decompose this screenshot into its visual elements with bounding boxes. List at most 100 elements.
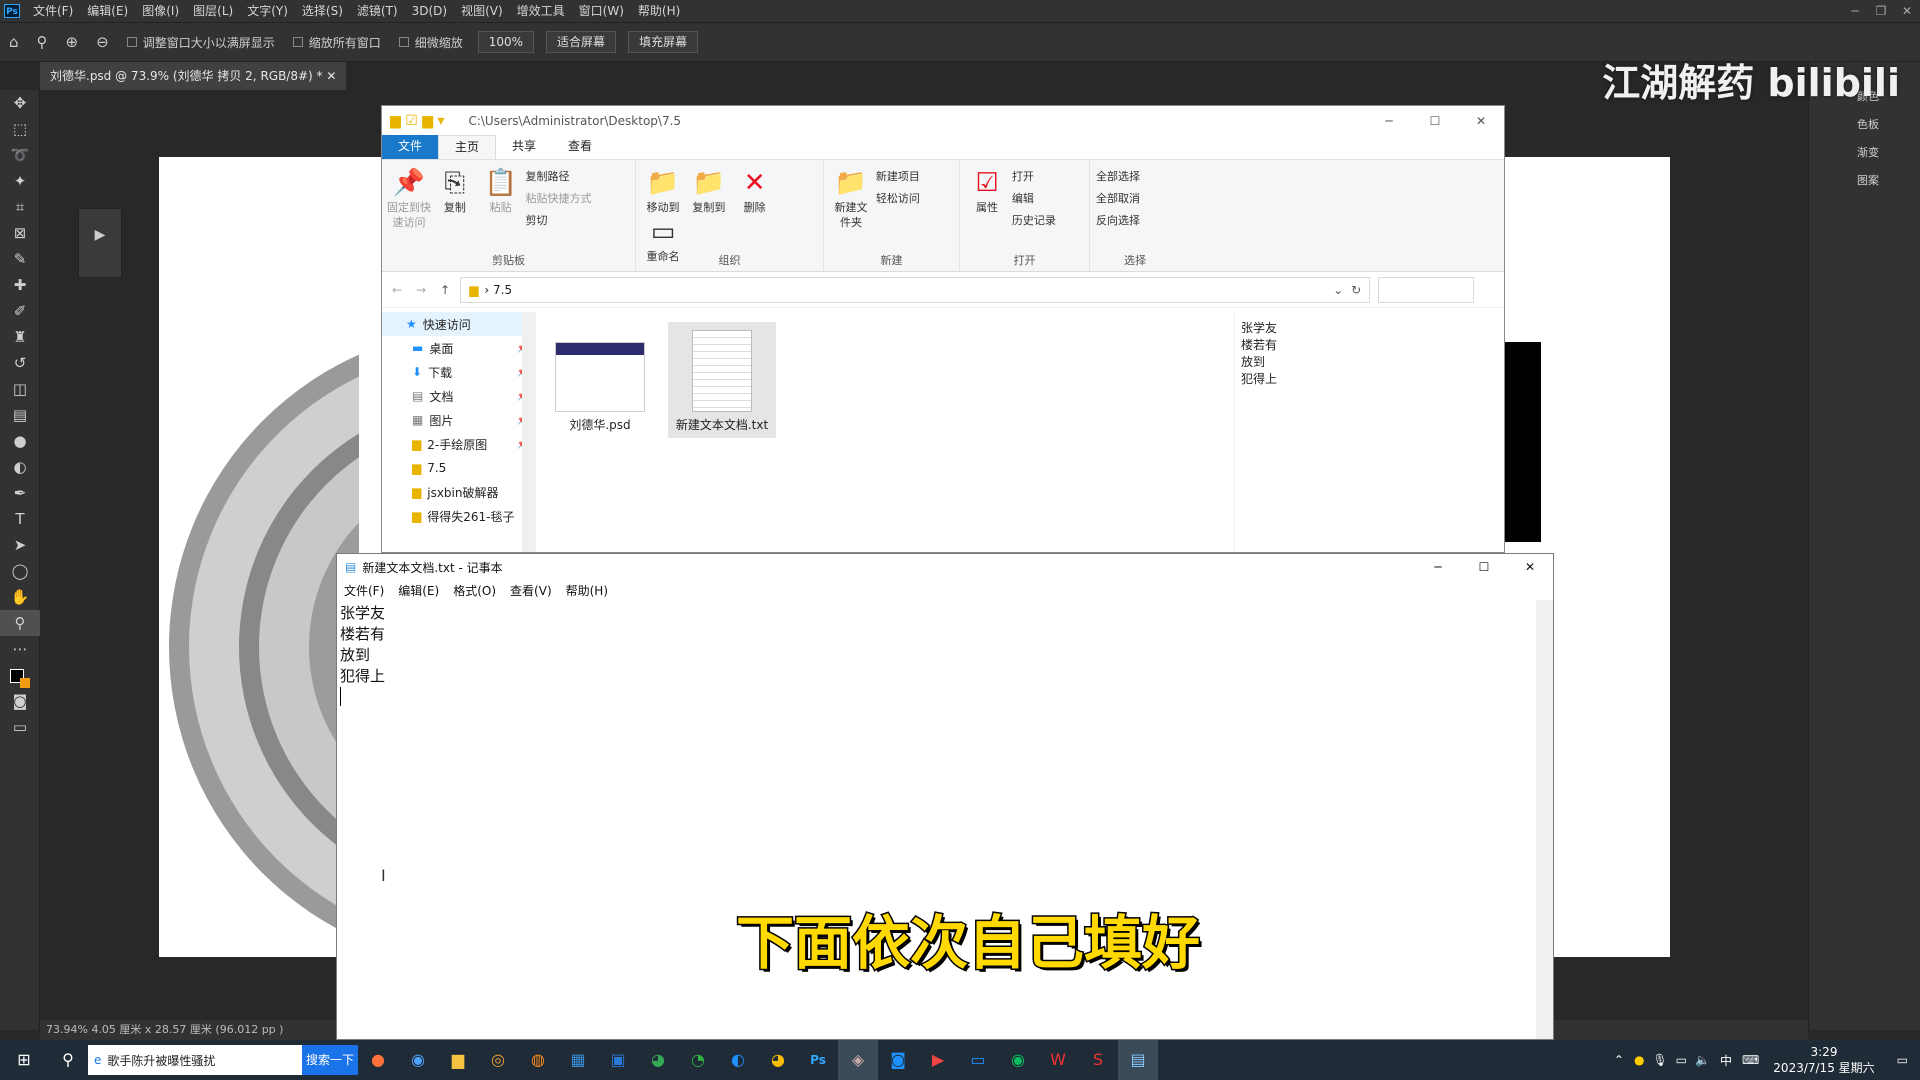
new-item-button[interactable]: 新建项目 [876, 166, 920, 188]
address-dropdown-icon[interactable]: ⌄ [1333, 283, 1343, 297]
more-tools-icon[interactable]: ⋯ [0, 636, 40, 662]
menu-3d[interactable]: 3D(D) [405, 0, 454, 22]
zoom-in-icon[interactable]: ⊕ [66, 33, 79, 51]
explorer-minimize-icon[interactable]: ─ [1366, 114, 1412, 128]
nav-desktop[interactable]: ▬桌面📌 [382, 336, 535, 360]
brush-tool-icon[interactable]: ✐ [0, 298, 40, 324]
menu-plugins[interactable]: 增效工具 [510, 0, 572, 22]
color-swatch-icon[interactable] [0, 662, 40, 688]
nav-folder-blanket[interactable]: ▆ 得得失261-毯子 [382, 504, 535, 528]
start-windows-icon[interactable]: ⊞ [0, 1040, 48, 1080]
marquee-tool-icon[interactable]: ⬚ [0, 116, 40, 142]
history-button[interactable]: 历史记录 [1012, 210, 1056, 232]
green-app-icon[interactable]: ◔ [678, 1040, 718, 1080]
select-all-button[interactable]: 全部选择 [1096, 166, 1174, 188]
notepad-maximize-icon[interactable]: ☐ [1461, 560, 1507, 574]
menu-file[interactable]: 文件(F) [26, 0, 80, 22]
open-button[interactable]: 打开 [1012, 166, 1056, 188]
menu-filter[interactable]: 滤镜(T) [350, 0, 405, 22]
properties-button[interactable]: ☑ 属性 [966, 166, 1008, 215]
zoom-all-checkbox[interactable]: 缩放所有窗口 [292, 34, 381, 51]
quick-access-toolbar-icon[interactable]: ▆ ☑ ▆ ▾ [390, 113, 444, 129]
chrome-alt-icon[interactable]: ◕ [758, 1040, 798, 1080]
move-to-button[interactable]: 📁 移动到 [642, 166, 684, 215]
keyboard-icon[interactable]: ⌨ [1742, 1053, 1759, 1067]
notepad-menu-file[interactable]: 文件(F) [337, 582, 391, 599]
nav-downloads[interactable]: ⬇下载📌 [382, 360, 535, 384]
pen-tool-icon[interactable]: ✒ [0, 480, 40, 506]
invert-selection-button[interactable]: 反向选择 [1096, 210, 1174, 232]
ribbon-tab-home[interactable]: 主页 [438, 135, 497, 159]
history-brush-icon[interactable]: ↺ [0, 350, 40, 376]
notepad-menu-view[interactable]: 查看(V) [503, 582, 559, 599]
taskbar-search-button[interactable]: 搜索一下 [302, 1045, 358, 1075]
menu-help[interactable]: 帮助(H) [631, 0, 687, 22]
ribbon-tab-file[interactable]: 文件 [382, 135, 439, 159]
taskbar-search-input[interactable]: e 歌手陈升被曝性骚扰 [88, 1045, 302, 1075]
address-bar[interactable]: ▆ › 7.5 ⌄ ↻ [460, 276, 1371, 303]
notepad-menu-edit[interactable]: 编辑(E) [391, 582, 446, 599]
tray-app-icon[interactable]: ● [1634, 1053, 1644, 1067]
menu-image[interactable]: 图像(I) [135, 0, 186, 22]
nav-folder-7-5[interactable]: ▆ 7.5 [382, 456, 535, 480]
scrubby-zoom-checkbox[interactable]: 细微缩放 [398, 34, 463, 51]
nav-folder-jsxbin[interactable]: ▆ jsxbin破解器 [382, 480, 535, 504]
notepad-text-area[interactable]: 张学友 楼若有 放到 犯得上 [337, 600, 1553, 709]
blur-tool-icon[interactable]: ● [0, 428, 40, 454]
remote-desktop-icon[interactable]: ▣ [598, 1040, 638, 1080]
edge-icon[interactable]: ◐ [718, 1040, 758, 1080]
copy-path-button[interactable]: 复制路径 [525, 166, 591, 188]
ps-restore-icon[interactable]: ❐ [1868, 0, 1894, 22]
ps-close-icon[interactable]: ✕ [1894, 0, 1920, 22]
ribbon-tab-view[interactable]: 查看 [552, 135, 608, 159]
nav-documents[interactable]: ▤文档📌 [382, 384, 535, 408]
crop-tool-icon[interactable]: ⌗ [0, 194, 40, 220]
bilibili-icon[interactable]: ▭ [958, 1040, 998, 1080]
volume-icon[interactable]: 🔈 [1695, 1053, 1710, 1067]
document-tab[interactable]: 刘德华.psd @ 73.9% (刘德华 拷贝 2, RGB/8#) * ✕ [40, 62, 347, 90]
zoom-value-field[interactable]: 100% [477, 31, 535, 53]
notepad-menu-format[interactable]: 格式(O) [446, 582, 503, 599]
wechat-icon[interactable]: ◉ [998, 1040, 1038, 1080]
paste-shortcut-button[interactable]: 粘贴快捷方式 [525, 188, 591, 210]
path-select-icon[interactable]: ➤ [0, 532, 40, 558]
notification-icon[interactable]: ▭ [1897, 1053, 1908, 1067]
search-icon[interactable]: ⚲ [48, 1040, 88, 1080]
tray-overflow-icon[interactable]: ⌃ [1614, 1053, 1624, 1067]
panel-swatches[interactable]: 色板 [1809, 110, 1920, 138]
browser-orange-icon[interactable]: ◍ [518, 1040, 558, 1080]
browser-360-icon[interactable]: ◎ [478, 1040, 518, 1080]
fill-screen-button[interactable]: 填充屏幕 [628, 31, 699, 53]
zoom-out-icon[interactable]: ⊖ [96, 33, 109, 51]
chrome-icon[interactable]: ◕ [638, 1040, 678, 1080]
paste-button[interactable]: 📋 粘贴 [480, 166, 522, 215]
nav-pictures[interactable]: ▦图片📌 [382, 408, 535, 432]
frame-tool-icon[interactable]: ⊠ [0, 220, 40, 246]
delete-button[interactable]: ✕ 删除 [734, 166, 776, 215]
dodge-tool-icon[interactable]: ◐ [0, 454, 40, 480]
up-icon[interactable]: ↑ [440, 283, 450, 297]
back-icon[interactable]: ← [392, 283, 402, 297]
microphone-icon[interactable]: 🎙 [1652, 1053, 1667, 1067]
notepad-scrollbar[interactable] [1536, 600, 1553, 1039]
ime-indicator[interactable]: 中 [1720, 1052, 1732, 1069]
nav-quick-access[interactable]: ★ 快速访问 [382, 312, 535, 336]
clock[interactable]: 3:29 2023/7/15 星期六 [1773, 1044, 1874, 1076]
notepad-menu-help[interactable]: 帮助(H) [559, 582, 615, 599]
menu-layer[interactable]: 图层(L) [186, 0, 240, 22]
home-icon[interactable]: ⌂ [9, 33, 19, 51]
explorer-search-input[interactable] [1378, 276, 1475, 303]
zoom-tool-icon[interactable]: ⚲ [37, 33, 48, 51]
ps-minimize-icon[interactable]: ─ [1842, 0, 1868, 22]
menu-view[interactable]: 视图(V) [454, 0, 510, 22]
file-txt[interactable]: 新建文本文档.txt [668, 322, 776, 438]
menu-window[interactable]: 窗口(W) [572, 0, 631, 22]
magic-wand-tool-icon[interactable]: ✦ [0, 168, 40, 194]
media-player-icon[interactable]: ▶ [918, 1040, 958, 1080]
refresh-icon[interactable]: ↻ [1351, 283, 1361, 297]
file-psd[interactable]: 刘德华.psd [546, 322, 654, 438]
resize-windows-checkbox[interactable]: 调整窗口大小以满屏显示 [126, 34, 275, 51]
wps-icon[interactable]: W [1038, 1040, 1078, 1080]
menu-select[interactable]: 选择(S) [295, 0, 350, 22]
copy-button[interactable]: ⎘ 复制 [434, 166, 476, 215]
